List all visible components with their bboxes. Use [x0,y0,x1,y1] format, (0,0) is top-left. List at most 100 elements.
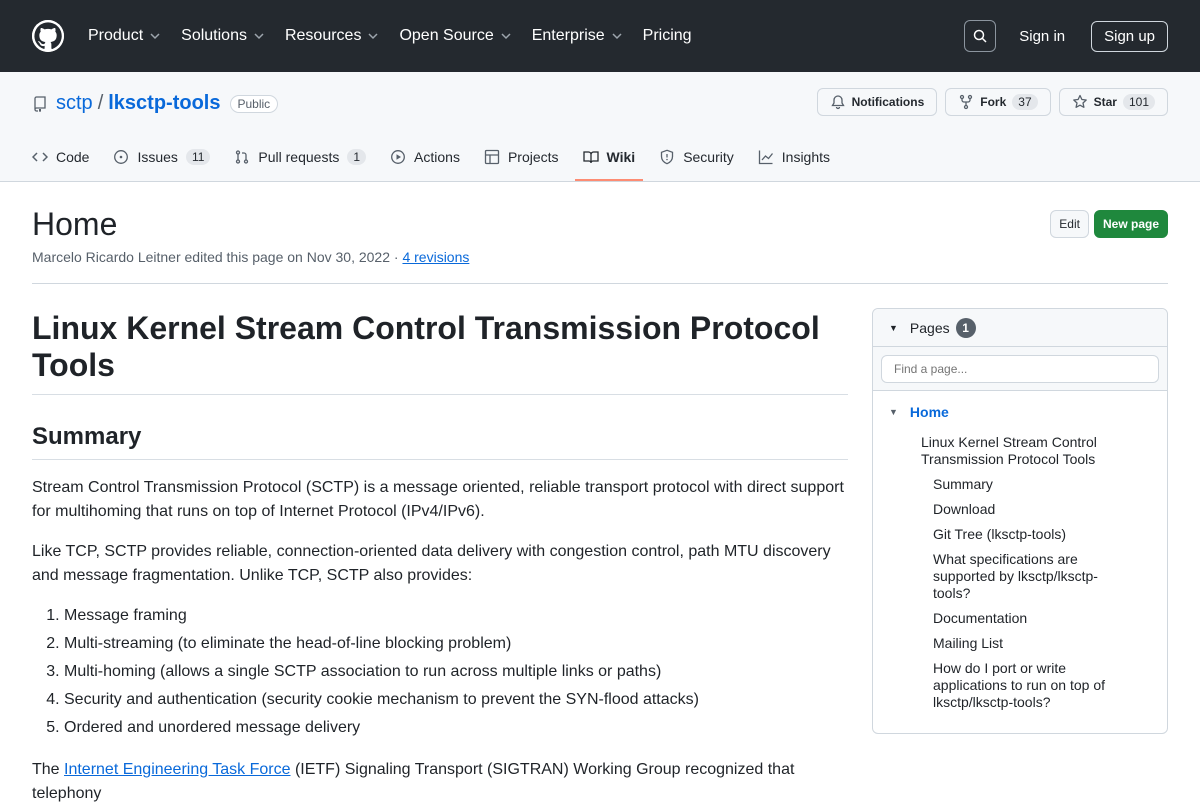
code-icon [32,152,48,162]
repo-actions: Notifications Fork 37 Star 101 [809,88,1168,116]
notifications-label: Notifications [851,95,925,109]
repo-title: sctp / lksctp-tools Public [32,92,279,115]
tab-label: Code [56,149,90,165]
notifications-button[interactable]: Notifications [816,88,938,116]
chevron-down-icon [150,33,160,40]
global-header: Product Solutions Resources Open Source … [0,0,1200,72]
nav-resources[interactable]: Resources [285,27,379,45]
pages-count-badge: 1 [955,317,976,338]
pull-request-icon [236,150,249,164]
tab-issues[interactable]: Issues 11 [113,133,211,181]
tab-actions[interactable]: Actions [390,133,460,181]
fork-icon [960,94,973,110]
nav-label: Product [88,27,144,44]
page-meta: Marcelo Ricardo Leitner edited this page… [32,249,1168,265]
tab-label: Wiki [606,149,636,165]
list-item: Message framing [64,602,848,630]
table-icon [484,149,500,165]
tab-wiki[interactable]: Wiki [574,133,643,181]
tab-projects[interactable]: Projects [484,133,559,181]
triangle-down-icon: ▼ [889,407,898,417]
header-divider [32,283,1168,284]
shield-icon [661,149,674,165]
nav-label: Enterprise [531,27,605,44]
toc-item[interactable]: Summary [933,476,1123,493]
graph-icon [758,150,773,165]
header-actions: Sign in Sign up [964,20,1168,52]
page-link-home[interactable]: ▼ Home [889,404,1151,420]
triangle-down-icon: ▼ [889,322,898,333]
toc-item[interactable]: What specifications are supported by lks… [933,551,1123,602]
list-item: Security and authentication (security co… [64,686,848,714]
sign-up-button[interactable]: Sign up [1091,20,1168,52]
nav-enterprise[interactable]: Enterprise [532,27,623,45]
nav-label: Open Source [399,27,494,44]
nav-product[interactable]: Product [88,27,161,45]
sign-in-link[interactable]: Sign in [1019,28,1065,45]
tab-count: 11 [185,149,211,165]
page-actions: Edit New page [1050,210,1168,238]
search-button[interactable] [964,20,997,52]
chevron-down-icon [501,33,511,40]
page-section-link[interactable]: Linux Kernel Stream Control Transmission… [921,434,1151,468]
chevron-down-icon [612,33,622,40]
tab-count: 1 [347,149,367,165]
github-logo-icon[interactable] [32,20,64,52]
visibility-badge: Public [229,94,279,113]
main-nav: Product Solutions Resources Open Source … [88,27,712,45]
tab-insights[interactable]: Insights [758,133,830,181]
summary-paragraph-3: The Internet Engineering Task Force (IET… [32,758,848,806]
nav-pricing[interactable]: Pricing [643,27,692,45]
fork-button[interactable]: Fork 37 [945,88,1051,116]
repo-name-link[interactable]: lksctp-tools [108,92,220,115]
summary-heading: Summary [32,423,848,460]
toc-item[interactable]: Documentation [933,610,1123,627]
toc-item[interactable]: Git Tree (lksctp-tools) [933,526,1123,543]
wiki-content: Linux Kernel Stream Control Transmission… [32,310,848,806]
new-page-button[interactable]: New page [1093,210,1168,238]
features-list: Message framing Multi-streaming (to elim… [32,602,848,742]
chevron-down-icon [368,33,378,40]
find-page-input[interactable] [881,355,1159,383]
paragraph-text: The [32,761,65,778]
edit-info: Marcelo Ricardo Leitner edited this page… [32,249,403,265]
toc-item[interactable]: How do I port or write applications to r… [933,660,1123,711]
summary-paragraph-2: Like TCP, SCTP provides reliable, connec… [32,543,831,584]
repo-owner-link[interactable]: sctp [56,92,93,115]
content-heading: Linux Kernel Stream Control Transmission… [32,310,848,395]
toc-item[interactable]: Mailing List [933,635,1123,652]
tab-security[interactable]: Security [659,133,734,181]
nav-label: Resources [284,27,362,44]
nav-solutions[interactable]: Solutions [181,27,265,45]
tab-label: Actions [414,149,460,165]
pages-sidebar: ▼ Pages 1 ▼ Home Linux Kernel Stream Con… [872,308,1168,734]
wiki-page-header: Home Marcelo Ricardo Leitner edited this… [32,206,1168,265]
list-item: Multi-streaming (to eliminate the head-o… [64,630,848,658]
repo-icon [34,95,46,112]
tab-label: Insights [781,149,831,165]
page-title: Home [32,206,118,242]
repo-tabs: Code Issues 11 Pull requests 1 Actions P… [32,133,854,181]
nav-label: Solutions [181,27,247,44]
tab-label: Projects [507,149,559,165]
tab-label: Pull requests [258,149,340,165]
toc-item[interactable]: Download [933,501,1123,518]
star-button[interactable]: Star 101 [1058,88,1168,116]
edit-button[interactable]: Edit [1050,210,1089,238]
search-icon [974,29,987,43]
chevron-down-icon [254,33,264,40]
tab-code[interactable]: Code [32,133,89,181]
pages-list: ▼ Home Linux Kernel Stream Control Trans… [873,391,1167,723]
tab-label: Issues [137,149,178,165]
ietf-link[interactable]: Internet Engineering Task Force [64,761,291,778]
tab-label: Security [683,149,734,165]
nav-open-source[interactable]: Open Source [399,27,511,45]
revisions-link[interactable]: 4 revisions [402,249,469,265]
summary-paragraph-1: Stream Control Transmission Protocol (SC… [32,479,844,520]
pages-toggle[interactable]: ▼ Pages 1 [873,309,1167,347]
list-item: Multi-homing (allows a single SCTP assoc… [64,658,848,686]
bell-icon [830,95,845,110]
fork-label: Fork [980,95,1007,109]
tab-pull-requests[interactable]: Pull requests 1 [234,133,367,181]
star-label: Star [1093,95,1117,109]
